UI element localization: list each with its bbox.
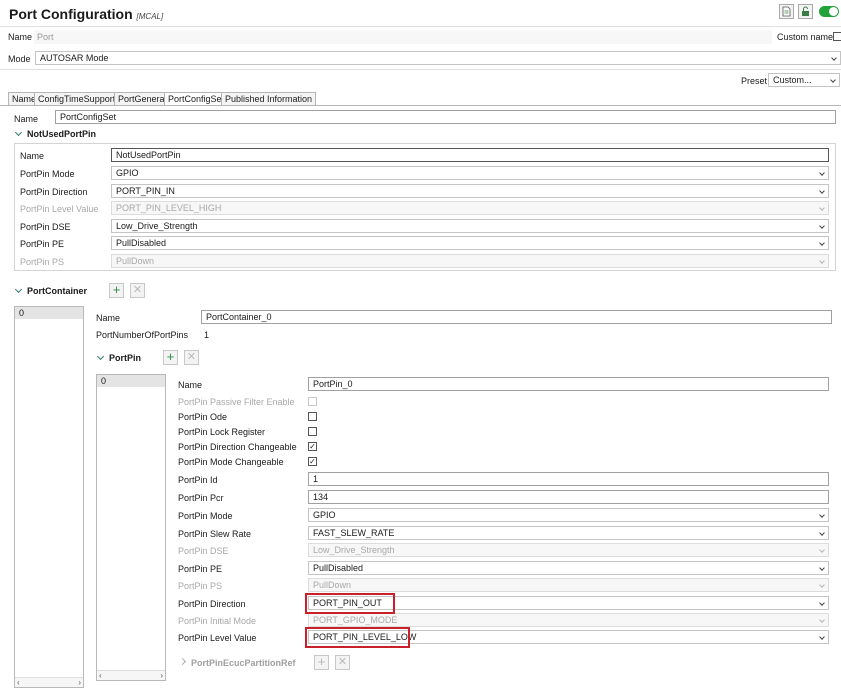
nu-ps-select: PullDown [111, 254, 829, 268]
pp-mode-label: PortPin Mode [178, 511, 233, 521]
name-label: Name [8, 32, 33, 42]
title-tag: [MCAL] [136, 12, 164, 21]
pp-ps-select: PullDown [308, 578, 829, 592]
page-title: Port Configuration [MCAL] [9, 6, 164, 22]
pp-dse-label: PortPin DSE [178, 546, 229, 556]
lock-icon[interactable] [798, 4, 813, 19]
scroll-left-icon[interactable]: ‹ [99, 671, 102, 680]
horizontal-scrollbar[interactable]: ‹ › [15, 677, 83, 687]
nu-pe-select[interactable]: PullDisabled [111, 236, 829, 250]
remove-container-button[interactable]: ✕ [130, 283, 145, 298]
scroll-left-icon[interactable]: ‹ [17, 678, 20, 687]
pp-pcr-input[interactable]: 134 [308, 490, 829, 504]
horizontal-scrollbar[interactable]: ‹ › [97, 670, 165, 680]
tab-port-general[interactable]: PortGeneral [114, 92, 171, 106]
list-item[interactable]: 0 [97, 375, 165, 387]
pp-mode-changeable-label: PortPin Mode Changeable [178, 457, 284, 467]
preset-select[interactable]: Custom... [768, 73, 840, 87]
pp-ode-checkbox[interactable] [308, 412, 317, 421]
pp-ps-label: PortPin PS [178, 581, 223, 591]
pp-direction-changeable-label: PortPin Direction Changeable [178, 442, 297, 452]
scroll-right-icon[interactable]: › [160, 671, 163, 680]
chevron-right-icon[interactable] [178, 657, 187, 666]
name-field[interactable]: Port [34, 30, 772, 44]
not-used-port-pin-header[interactable]: NotUsedPortPin [14, 128, 96, 139]
nu-mode-label: PortPin Mode [20, 169, 75, 179]
pp-slew-rate-label: PortPin Slew Rate [178, 529, 252, 539]
pp-mode-changeable-checkbox[interactable]: ✓ [308, 457, 317, 466]
nu-dse-select[interactable]: Low_Drive_Strength [111, 219, 829, 233]
config-set-name-label: Name [14, 114, 39, 124]
divider [0, 26, 841, 27]
add-ecuc-ref-button: + [314, 655, 329, 670]
port-number-of-pins-value: 1 [204, 330, 210, 340]
chevron-down-icon[interactable] [14, 128, 23, 137]
pp-initial-mode-select: PORT_GPIO_MODE [308, 613, 829, 627]
nu-name-label: Name [20, 151, 45, 161]
pp-pcr-label: PortPin Pcr [178, 493, 224, 503]
port-number-of-pins-label: PortNumberOfPortPins [96, 330, 189, 340]
nu-pe-label: PortPin PE [20, 239, 65, 249]
custom-name-checkbox[interactable] [833, 32, 841, 41]
port-pin-list[interactable]: 0 ‹ › [96, 374, 166, 681]
pp-name-label: Name [178, 380, 203, 390]
pp-lock-register-label: PortPin Lock Register [178, 427, 266, 437]
document-icon[interactable] [779, 4, 794, 19]
nu-dse-label: PortPin DSE [20, 222, 71, 232]
pp-slew-rate-select[interactable]: FAST_SLEW_RATE [308, 526, 829, 540]
scroll-right-icon[interactable]: › [78, 678, 81, 687]
pp-mode-select[interactable]: GPIO [308, 508, 829, 522]
nu-name-input[interactable]: NotUsedPortPin [111, 148, 829, 162]
add-port-pin-button[interactable]: + [163, 350, 178, 365]
divider [0, 69, 841, 70]
nu-level-select: PORT_PIN_LEVEL_HIGH [111, 201, 829, 215]
port-pin-header[interactable]: PortPin [96, 352, 141, 363]
pp-lock-register-checkbox[interactable] [308, 427, 317, 436]
pp-dse-select: Low_Drive_Strength [308, 543, 829, 557]
pp-passive-filter-label: PortPin Passive Filter Enable [178, 397, 295, 407]
tab-config-time-support[interactable]: ConfigTimeSupport [34, 92, 120, 106]
remove-port-pin-button[interactable]: ✕ [184, 350, 199, 365]
nu-direction-select[interactable]: PORT_PIN_IN [111, 184, 829, 198]
add-container-button[interactable]: + [109, 283, 124, 298]
pp-pe-select[interactable]: PullDisabled [308, 561, 829, 575]
chevron-down-icon[interactable] [14, 285, 23, 294]
pp-direction-label: PortPin Direction [178, 599, 246, 609]
tab-published-information[interactable]: Published Information [221, 92, 317, 106]
pp-id-input[interactable]: 1 [308, 472, 829, 486]
list-item[interactable]: 0 [15, 307, 83, 319]
highlight-box-level-value [305, 627, 410, 648]
pp-ode-label: PortPin Ode [178, 412, 228, 422]
container-name-input[interactable]: PortContainer_0 [201, 310, 832, 324]
pp-pe-label: PortPin PE [178, 564, 223, 574]
nu-direction-label: PortPin Direction [20, 187, 88, 197]
container-name-label: Name [96, 313, 121, 323]
custom-name-label: Custom name [777, 32, 834, 42]
nu-mode-select[interactable]: GPIO [111, 166, 829, 180]
port-container-header[interactable]: PortContainer [14, 285, 87, 296]
highlight-box-direction [305, 593, 395, 614]
nu-level-label: PortPin Level Value [20, 204, 99, 214]
pp-id-label: PortPin Id [178, 475, 218, 485]
port-container-list[interactable]: 0 ‹ › [14, 306, 84, 688]
config-set-name-input[interactable]: PortConfigSet [55, 110, 836, 124]
pp-passive-filter-checkbox [308, 397, 317, 406]
nu-ps-label: PortPin PS [20, 257, 65, 267]
ecuc-partition-ref-header[interactable]: PortPinEcucPartitionRef [178, 657, 296, 668]
remove-ecuc-ref-button: ✕ [335, 655, 350, 670]
chevron-down-icon[interactable] [96, 352, 105, 361]
preset-label: Preset [741, 76, 768, 86]
tab-port-config-set[interactable]: PortConfigSet [164, 92, 229, 106]
toggle-icon[interactable] [819, 6, 839, 17]
pp-direction-changeable-checkbox[interactable]: ✓ [308, 442, 317, 451]
pp-name-input[interactable]: PortPin_0 [308, 377, 829, 391]
pp-initial-mode-label: PortPin Initial Mode [178, 616, 257, 626]
tab-divider [0, 105, 841, 106]
mode-label: Mode [8, 54, 31, 64]
pp-level-value-label: PortPin Level Value [178, 633, 257, 643]
mode-select[interactable]: AUTOSAR Mode [35, 51, 841, 65]
